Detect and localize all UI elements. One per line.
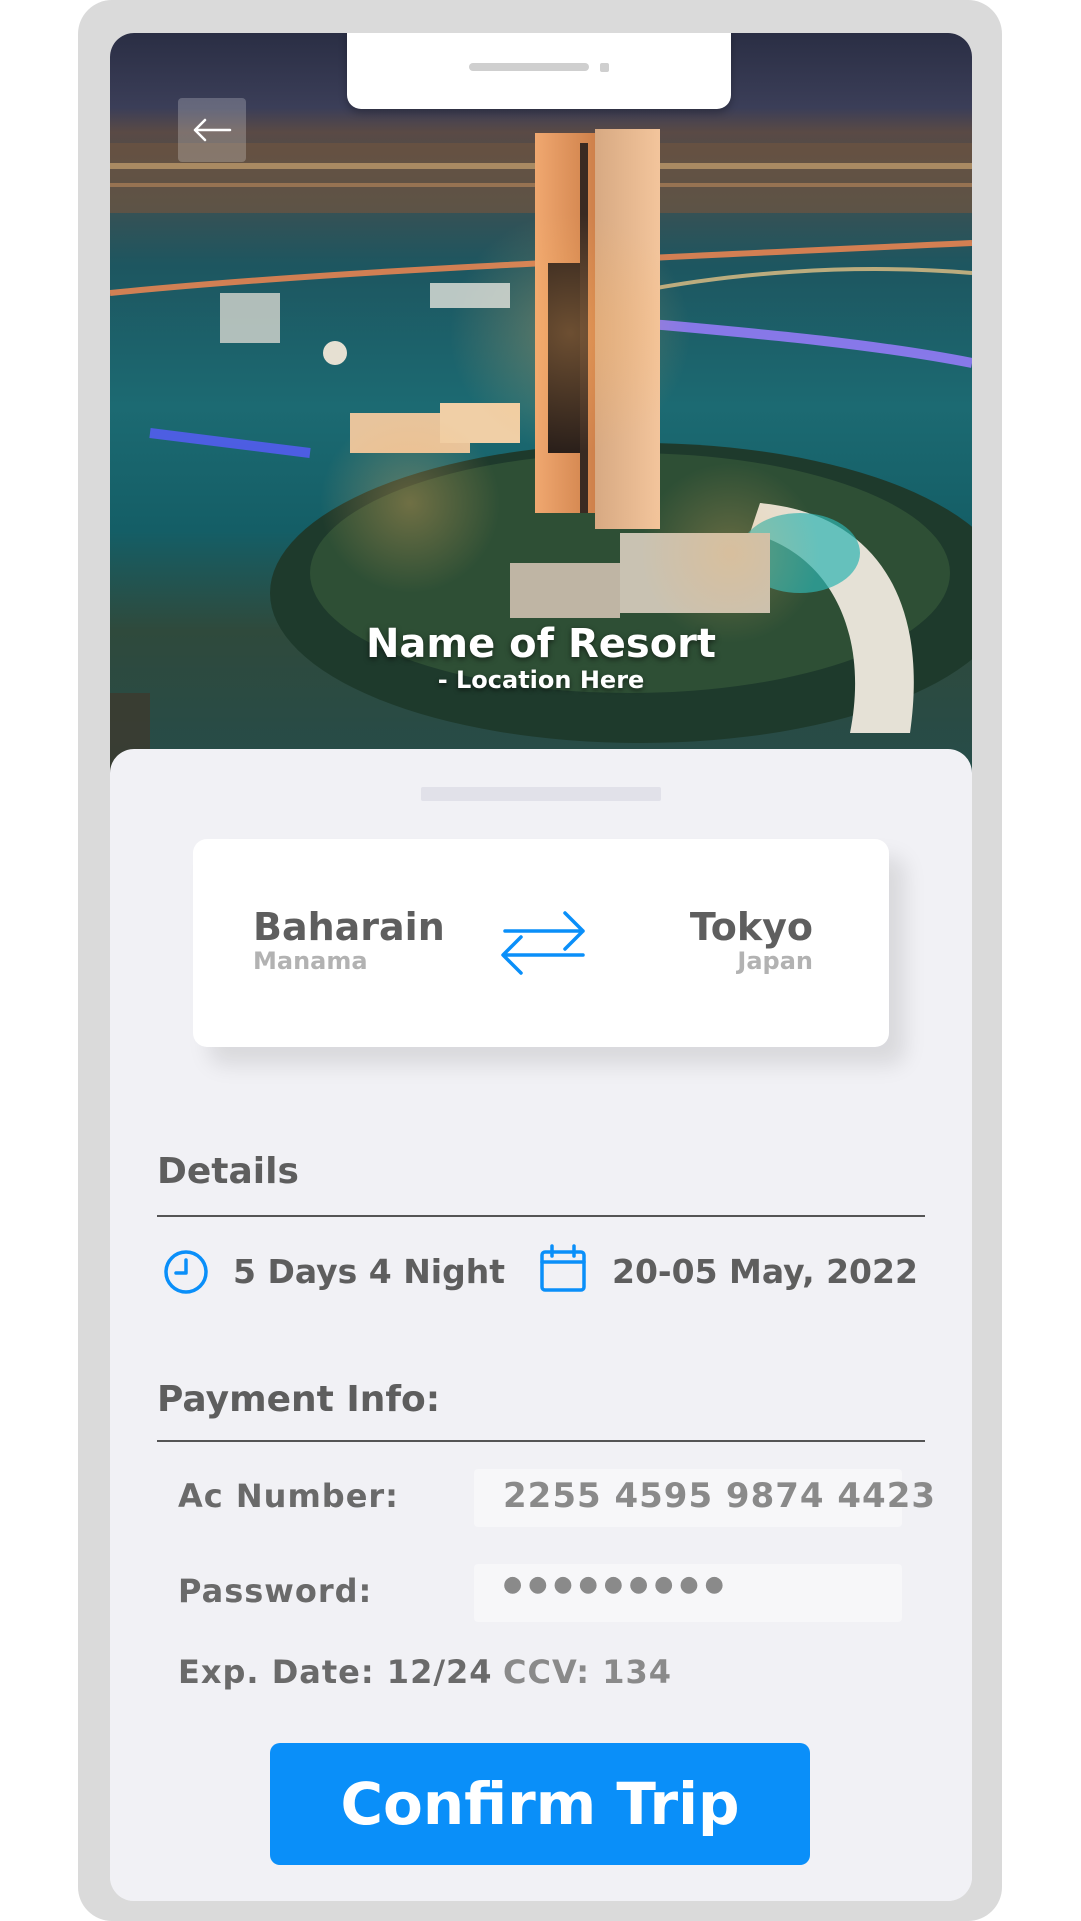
- device-notch: [347, 33, 731, 109]
- arrow-left-icon: [193, 118, 232, 142]
- ccv-text: CCV: 134: [503, 1653, 673, 1691]
- trip-duration: 5 Days 4 Night: [233, 1252, 506, 1291]
- account-number-value: 2255 4595 9874 4423: [503, 1476, 937, 1516]
- origin-city: Baharain: [253, 905, 445, 949]
- destination-subtitle: Japan: [737, 947, 813, 975]
- expiry-date-text: Exp. Date: 12/24: [178, 1653, 493, 1691]
- password-label: Password:: [178, 1572, 373, 1610]
- booking-sheet: Baharain Manama Tokyo Japan Details 5 Da…: [110, 749, 972, 1901]
- swap-arrows-icon[interactable]: [495, 905, 591, 979]
- speaker-grille: [469, 63, 589, 71]
- payment-divider: [157, 1440, 925, 1442]
- clock-icon: [164, 1250, 208, 1294]
- account-number-label: Ac Number:: [178, 1477, 399, 1515]
- password-value: ●●●●●●●●●: [503, 1572, 730, 1597]
- details-heading: Details: [157, 1151, 299, 1192]
- trip-dates: 20-05 May, 2022: [612, 1252, 918, 1291]
- route-card: Baharain Manama Tokyo Japan: [193, 839, 889, 1047]
- back-button[interactable]: [178, 98, 246, 162]
- origin-subtitle: Manama: [253, 947, 368, 975]
- screen: Name of Resort - Location Here Baharain …: [110, 33, 972, 1901]
- details-divider: [157, 1215, 925, 1217]
- resort-name: Name of Resort: [365, 621, 717, 667]
- payment-heading: Payment Info:: [157, 1379, 441, 1420]
- camera-dot: [600, 63, 609, 72]
- destination-city: Tokyo: [689, 905, 813, 949]
- sheet-handle[interactable]: [421, 787, 661, 801]
- confirm-trip-button[interactable]: Confirm Trip: [270, 1743, 810, 1865]
- calendar-icon: [540, 1244, 586, 1292]
- hero-image: Name of Resort - Location Here: [110, 33, 972, 863]
- resort-location: - Location Here: [437, 666, 645, 694]
